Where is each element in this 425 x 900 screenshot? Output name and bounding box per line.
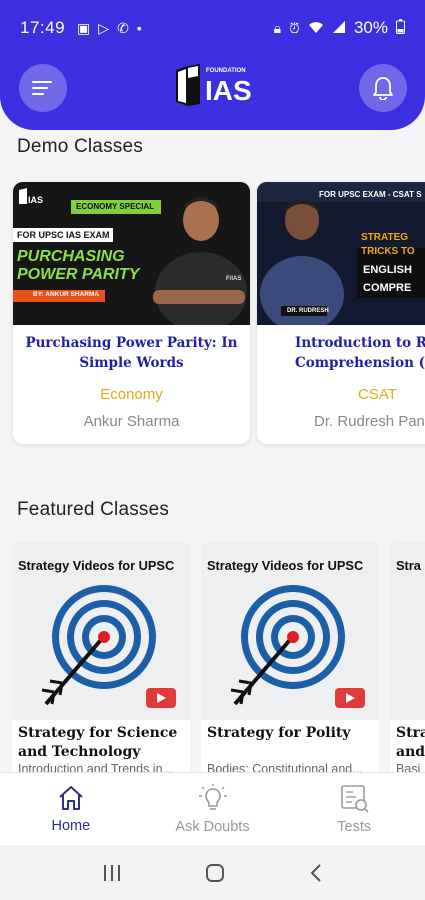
notification-icons: ▣ ▷ ✆ •: [77, 20, 142, 37]
play-store-icon: ▷: [98, 19, 110, 36]
lock-icon: 🔒︎: [273, 19, 282, 36]
alarm-icon: ⏰︎: [289, 19, 300, 36]
demo-class-card[interactable]: F/IAS IAS ECONOMY SPECIAL FOR UPSC IAS E…: [13, 182, 250, 444]
logo-small-text: FOUNDATION: [206, 68, 246, 74]
featured-thumbnail: Stra: [390, 542, 425, 720]
notifications-button[interactable]: [359, 64, 407, 112]
featured-class-title: Stra and: [396, 725, 425, 760]
status-bar: 17:49 ▣ ▷ ✆ • 🔒︎ ⏰︎ 30%: [0, 0, 425, 56]
featured-class-card[interactable]: Strategy Videos for UPSC Strategy for Po…: [201, 542, 379, 782]
image-icon: ▣: [77, 19, 91, 36]
demo-class-title: Purchasing Power Parity: In Simple Words: [25, 335, 238, 371]
fias-logo: IAS FOUNDATION: [172, 56, 256, 112]
battery-percent: 30%: [353, 18, 388, 37]
demo-class-subject: CSAT: [358, 386, 397, 403]
recent-apps-icon[interactable]: [102, 864, 122, 882]
nav-ask-doubts[interactable]: Ask Doubts: [142, 773, 284, 845]
bottom-navigation: Home Ask Doubts Tests: [0, 772, 425, 845]
nav-label: Tests: [337, 819, 372, 835]
demo-class-title: Introduction to Rea Comprehension (: [295, 335, 425, 371]
demo-section-title: Demo Classes: [17, 136, 143, 157]
target-icon: [230, 585, 365, 708]
nav-tests[interactable]: Tests: [283, 773, 425, 845]
svg-text:F/IAS: F/IAS: [226, 276, 241, 282]
featured-class-title: Strategy for Polity: [207, 725, 351, 741]
featured-thumbnail: Strategy Videos for UPSC: [12, 542, 190, 720]
signal-icon: [332, 20, 346, 37]
test-icon: [341, 785, 369, 813]
thumb-line-1: STRATEG: [361, 232, 409, 243]
home-system-icon[interactable]: [205, 863, 225, 883]
featured-thumbnail: Strategy Videos for UPSC: [201, 542, 379, 720]
menu-button[interactable]: [19, 64, 67, 112]
bell-icon: [373, 77, 393, 100]
thumb-line-2: TRICKS TO: [361, 246, 415, 257]
logo-text: IAS: [205, 75, 252, 106]
status-time: 17:49: [20, 18, 66, 37]
lightbulb-icon: [198, 784, 227, 810]
thumb-line-3: ENGLISH: [363, 264, 412, 276]
thumb-name: DR. RUDRESH: [287, 308, 329, 314]
featured-thumb-heading: Stra: [396, 558, 421, 573]
demo-class-teacher: Dr. Rudresh Panc: [314, 413, 425, 430]
app-header: 17:49 ▣ ▷ ✆ • 🔒︎ ⏰︎ 30% IAS FOUNDATION: [0, 0, 425, 130]
thumb-headline-1: PURCHASING: [17, 248, 125, 265]
demo-class-subject: Economy: [100, 386, 163, 403]
system-navigation-bar: [0, 845, 425, 900]
app-screen: 17:49 ▣ ▷ ✆ • 🔒︎ ⏰︎ 30% IAS FOUNDATION D…: [0, 0, 425, 900]
demo-thumbnail: F/IAS IAS ECONOMY SPECIAL FOR UPSC IAS E…: [13, 182, 250, 325]
thumb-headline-2: POWER PARITY: [17, 266, 140, 283]
thumb-exam: FOR UPSC IAS EXAM: [17, 230, 110, 240]
svg-text:IAS: IAS: [28, 195, 43, 205]
featured-section-title: Featured Classes: [17, 499, 170, 520]
battery-icon: [396, 19, 405, 37]
thumb-by: BY: ANKUR SHARMA: [33, 291, 100, 298]
wifi-icon: [308, 20, 324, 37]
nav-home[interactable]: Home: [0, 773, 142, 845]
dot-icon: •: [136, 20, 142, 36]
target-icon: [41, 585, 176, 708]
nav-label: Ask Doubts: [175, 819, 250, 835]
featured-class-card[interactable]: Strategy Videos for UPSC Strategy for Sc…: [12, 542, 190, 782]
back-icon[interactable]: [309, 863, 323, 883]
thumb-exam: FOR UPSC EXAM - CSAT S: [319, 190, 422, 199]
demo-class-card[interactable]: FOR UPSC EXAM - CSAT S STRATEG TRICKS TO…: [257, 182, 425, 444]
home-icon: [59, 786, 83, 810]
thumb-line-4: COMPRE: [363, 282, 412, 294]
thumb-badge: ECONOMY SPECIAL: [76, 202, 155, 211]
system-icons: 🔒︎ ⏰︎ 30%: [274, 18, 405, 38]
call-icon: ✆: [117, 19, 129, 36]
demo-class-teacher: Ankur Sharma: [83, 413, 180, 430]
hamburger-icon: [32, 81, 52, 95]
demo-thumbnail: FOR UPSC EXAM - CSAT S STRATEG TRICKS TO…: [257, 182, 425, 325]
featured-class-card[interactable]: Stra Stra and Basi: [390, 542, 425, 782]
featured-class-title: Strategy for Science and Technology: [18, 725, 178, 760]
nav-label: Home: [51, 818, 91, 834]
